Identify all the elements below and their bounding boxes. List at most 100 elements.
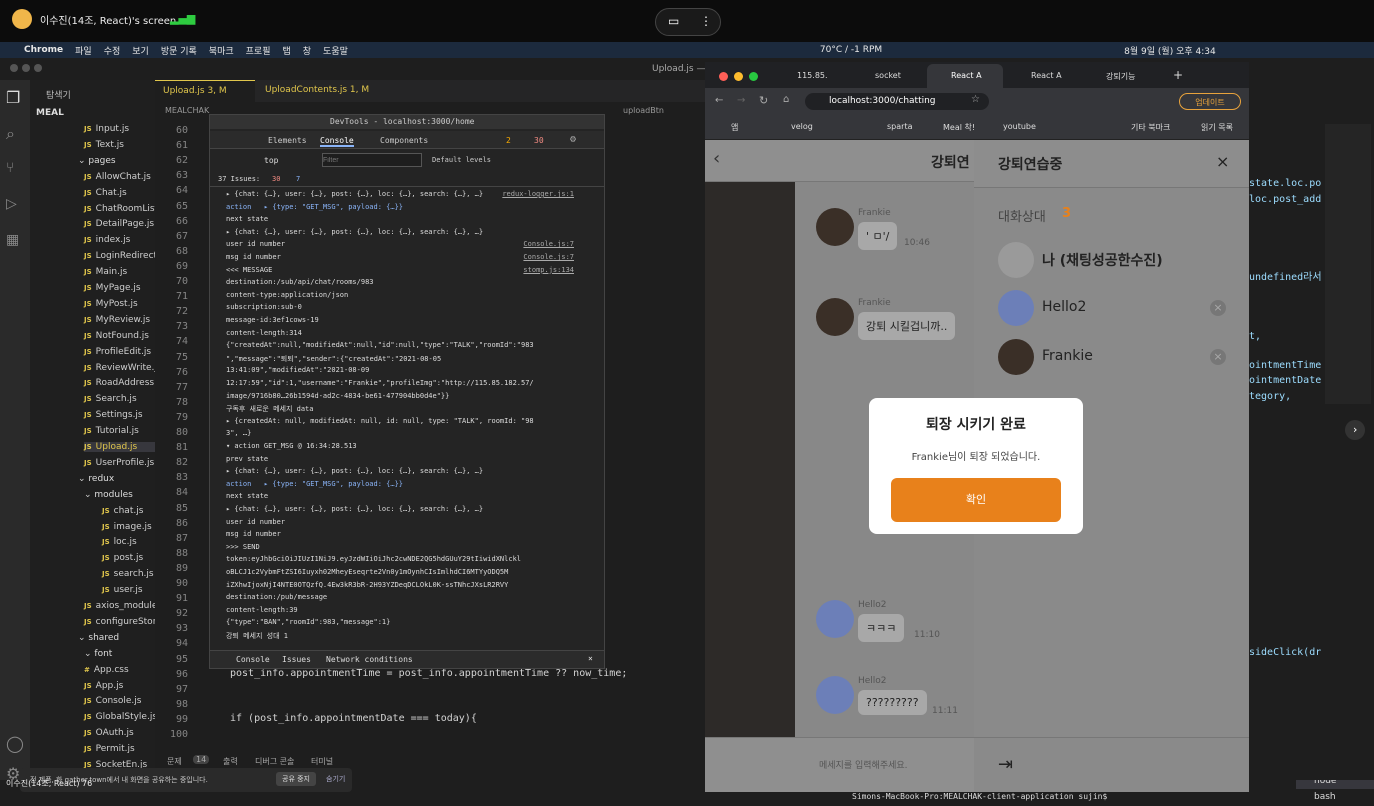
address-bar[interactable]: localhost:3000/chatting ☆ xyxy=(805,93,989,110)
bookmark-reading-list[interactable]: 읽기 목록 xyxy=(1201,122,1233,133)
context-select[interactable]: top xyxy=(264,156,278,165)
bookmark-sparta[interactable]: sparta xyxy=(887,122,912,131)
problems-tab[interactable]: 문제 xyxy=(167,756,182,767)
explorer-item[interactable]: JS axios_module.js xyxy=(84,601,167,611)
confirm-button[interactable]: 확인 xyxy=(891,478,1061,522)
elements-tab[interactable]: Elements xyxy=(268,136,307,145)
explorer-item[interactable]: JS ChatRoomList.js xyxy=(84,204,168,214)
devtools-settings-icon[interactable]: ⚙ xyxy=(570,134,576,145)
explorer-item[interactable]: JS Permit.js xyxy=(84,744,155,754)
console-filter-input[interactable] xyxy=(322,153,422,167)
error-count[interactable]: 30 xyxy=(534,136,544,145)
console-source-link[interactable]: redux-logger.js:1 xyxy=(502,190,574,198)
explorer-item[interactable]: JS chat.js xyxy=(102,506,155,516)
explorer-item[interactable]: JS post.js xyxy=(102,553,155,563)
bookmark-apps[interactable]: 앱 xyxy=(731,122,738,133)
explorer-item[interactable]: JS DetailPage.js xyxy=(84,219,155,229)
explorer-item[interactable]: JS App.js xyxy=(84,681,155,691)
search-icon[interactable]: ⌕ xyxy=(6,124,15,144)
forward-icon[interactable]: → xyxy=(737,95,745,106)
extensions-icon[interactable]: ▦ xyxy=(6,232,19,248)
close-panel-icon[interactable]: × xyxy=(1216,152,1229,171)
menu-history[interactable]: 방문 기록 xyxy=(161,44,197,57)
files-icon[interactable]: ❐ xyxy=(6,88,20,107)
update-button[interactable]: 업데이트 xyxy=(1179,93,1241,110)
bookmark-youtube[interactable]: youtube xyxy=(1003,122,1036,131)
tab-upload[interactable]: Upload.js 3, M xyxy=(155,80,255,102)
drawer-network-tab[interactable]: Network conditions xyxy=(326,655,413,664)
explorer-item[interactable]: JS search.js xyxy=(102,569,155,579)
account-icon[interactable]: ◯ xyxy=(6,734,24,753)
tab-4[interactable]: React A xyxy=(1031,71,1062,80)
menu-view[interactable]: 보기 xyxy=(132,44,149,57)
reload-icon[interactable]: ↻ xyxy=(759,94,768,107)
console-source-link[interactable]: Console.js:7 xyxy=(523,253,574,261)
explorer-item[interactable]: JS AllowChat.js xyxy=(84,172,155,182)
tab-1[interactable]: 115.85. xyxy=(797,71,828,80)
explorer-item[interactable]: ⌄ font xyxy=(84,649,155,659)
explorer-item[interactable]: JS Settings.js xyxy=(84,410,155,420)
terminal-prompt[interactable]: Simons-MacBook-Pro:MEALCHAK-client-appli… xyxy=(852,792,1107,801)
explorer-item[interactable]: JS UserProfile.js xyxy=(84,458,155,468)
explorer-item[interactable]: JS configureStore.js xyxy=(84,617,172,627)
explorer-item[interactable]: JS GlobalStyle.js xyxy=(84,712,157,722)
explorer-item[interactable]: JS Console.js xyxy=(84,696,155,706)
explorer-item[interactable]: JS user.js xyxy=(102,585,155,595)
drawer-close-icon[interactable]: × xyxy=(588,654,593,663)
issues-label[interactable]: 37 Issues: xyxy=(218,175,260,183)
terminal-bash[interactable]: bash xyxy=(1296,790,1374,805)
bookmark-velog[interactable]: velog xyxy=(791,122,813,131)
menu-profile[interactable]: 프로필 xyxy=(246,44,271,57)
output-tab[interactable]: 출력 xyxy=(223,756,238,767)
message-input[interactable]: 메세지를 입력해주세요. xyxy=(705,737,974,792)
menu-tab[interactable]: 탭 xyxy=(282,44,290,57)
explorer-item[interactable]: ⌄ pages xyxy=(78,156,155,166)
explorer-item[interactable]: JS loc.js xyxy=(102,537,155,547)
explorer-item[interactable]: JS Tutorial.js xyxy=(84,426,155,436)
explorer-item[interactable]: JS Input.js xyxy=(84,124,155,134)
explorer-item[interactable]: JS index.js xyxy=(84,235,155,245)
tab-5[interactable]: 강퇴기능 xyxy=(1106,71,1135,82)
explorer-item[interactable]: # App.css xyxy=(84,665,155,675)
menu-bookmarks[interactable]: 북마크 xyxy=(209,44,234,57)
explorer-item[interactable]: JS image.js xyxy=(102,522,155,532)
back-icon[interactable]: ← xyxy=(715,95,723,106)
explorer-item[interactable]: JS MyReview.js xyxy=(84,315,155,325)
explorer-item[interactable]: JS MyPost.js xyxy=(84,299,155,309)
explorer-item[interactable]: JS ReviewWrite.js xyxy=(84,363,162,373)
source-control-icon[interactable]: ⑂ xyxy=(6,160,14,176)
menu-chrome[interactable]: Chrome xyxy=(24,45,63,55)
components-tab[interactable]: Components xyxy=(380,136,428,145)
levels-select[interactable]: Default levels xyxy=(432,156,491,164)
explorer-item[interactable]: ⌄ modules xyxy=(84,490,155,500)
run-debug-icon[interactable]: ▷ xyxy=(6,196,17,212)
scroll-right-icon[interactable]: › xyxy=(1345,420,1365,440)
kick-hello2-icon[interactable]: × xyxy=(1210,300,1226,316)
explorer-item[interactable]: JS Search.js xyxy=(84,394,155,404)
tab-upload-contents[interactable]: UploadContents.js 1, M xyxy=(265,85,369,95)
warning-count[interactable]: 2 xyxy=(506,136,511,145)
explorer-item[interactable]: JS LoginRedirect.js xyxy=(84,251,167,261)
explorer-item[interactable]: ⌄ redux xyxy=(78,474,155,484)
kick-frankie-icon[interactable]: × xyxy=(1210,349,1226,365)
console-source-link[interactable]: Console.js:7 xyxy=(523,240,574,248)
home-icon[interactable]: ⌂ xyxy=(783,94,789,105)
menu-window[interactable]: 창 xyxy=(303,44,311,57)
explorer-item[interactable]: JS Upload.js xyxy=(84,442,155,452)
drawer-console-tab[interactable]: Console xyxy=(236,655,270,664)
star-icon[interactable]: ☆ xyxy=(971,94,980,105)
menu-file[interactable]: 파일 xyxy=(75,44,92,57)
terminal-tab[interactable]: 터미널 xyxy=(311,756,333,767)
explorer-item[interactable]: JS MyPage.js xyxy=(84,283,155,293)
explorer-item[interactable]: JS Chat.js xyxy=(84,188,155,198)
console-tab[interactable]: Console xyxy=(320,136,354,147)
explorer-item[interactable]: JS Main.js xyxy=(84,267,155,277)
view-options-button[interactable]: ▭ ⋮ xyxy=(655,8,721,36)
project-root[interactable]: MEAL xyxy=(36,108,64,118)
explorer-item[interactable]: JS OAuth.js xyxy=(84,728,155,738)
explorer-item[interactable]: JS RoadAddress.js xyxy=(84,378,164,388)
drawer-issues-tab[interactable]: Issues xyxy=(282,655,311,664)
explorer-item[interactable]: JS Text.js xyxy=(84,140,155,150)
explorer-item[interactable]: JS NotFound.js xyxy=(84,331,155,341)
explorer-item[interactable]: JS ProfileEdit.js xyxy=(84,347,155,357)
